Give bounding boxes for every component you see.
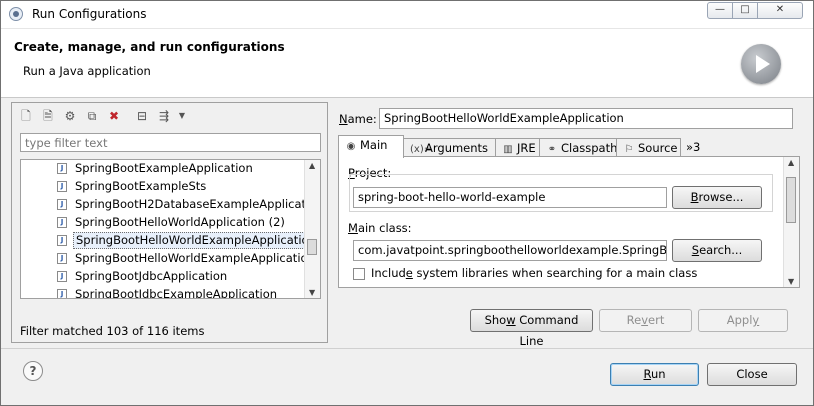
scrollbar-thumb[interactable]: [786, 177, 796, 223]
view-menu-chevron-down-icon[interactable]: ▼: [174, 108, 190, 124]
java-app-icon: J: [57, 181, 67, 192]
apply-button[interactable]: Apply: [698, 309, 788, 332]
help-icon[interactable]: ?: [23, 361, 43, 381]
scrollbar-thumb[interactable]: [307, 239, 317, 255]
tab-jre[interactable]: ▥ JRE: [495, 138, 540, 157]
java-app-icon: J: [57, 271, 67, 282]
header-banner: Create, manage, and run configurations R…: [1, 29, 813, 98]
tab-main[interactable]: ◉ Main: [338, 135, 404, 158]
project-field[interactable]: spring-boot-hello-world-example: [353, 187, 667, 208]
footer-divider: [1, 348, 813, 349]
new-prototype-icon[interactable]: 🗎: [40, 108, 56, 124]
java-app-icon: J: [57, 163, 67, 174]
name-label: Name:: [339, 112, 377, 126]
tab-scrollbar[interactable]: ▲ ▼: [783, 157, 799, 287]
configuration-list-panel: 🗋 🗎 ⚙ ⧉ ✖ ⊟ ⇶ ▼ type filter text J Sprin…: [11, 102, 328, 343]
maximize-button[interactable]: □: [732, 2, 758, 19]
scroll-down-icon[interactable]: ▼: [788, 277, 794, 286]
configuration-tree[interactable]: J SpringBootExampleApplication J SpringB…: [20, 159, 321, 299]
run-button[interactable]: Run: [610, 363, 699, 386]
new-configuration-icon[interactable]: 🗋: [18, 108, 34, 124]
tab-source[interactable]: ⚐ Source: [616, 138, 681, 157]
scroll-down-icon[interactable]: ▼: [309, 288, 315, 297]
include-system-libraries-checkbox[interactable]: [353, 268, 365, 280]
java-app-icon: J: [57, 217, 67, 228]
run-configurations-dialog: Run Configurations — □ ✕ Create, manage,…: [0, 0, 814, 406]
minimize-button[interactable]: —: [707, 2, 733, 19]
main-class-field[interactable]: com.javatpoint.springboothelloworldexamp…: [353, 240, 667, 261]
banner-title: Create, manage, and run configurations: [14, 40, 285, 54]
browse-button[interactable]: Browse...: [672, 186, 762, 209]
java-app-icon: J: [57, 199, 67, 210]
java-app-icon: J: [57, 289, 67, 298]
title-bar: Run Configurations — □ ✕: [1, 1, 813, 29]
close-button[interactable]: Close: [707, 363, 797, 386]
main-tab-icon: ◉: [346, 141, 356, 152]
search-button[interactable]: Search...: [672, 239, 762, 262]
window-title: Run Configurations: [32, 7, 147, 21]
revert-button[interactable]: Revert: [599, 309, 692, 332]
run-banner-icon: [741, 44, 781, 84]
tree-scrollbar[interactable]: ▲ ▼: [304, 160, 320, 298]
close-window-button[interactable]: ✕: [757, 2, 803, 19]
duplicate-icon[interactable]: ⧉: [84, 108, 100, 124]
config-tabs: ◉ Main (x)=Arguments ▥ JRE ⚭ Classpath ⚐ Sou…: [338, 135, 800, 158]
overflow-tabs-icon[interactable]: »3: [680, 138, 706, 157]
java-app-icon: J: [57, 253, 67, 264]
scroll-up-icon[interactable]: ▲: [309, 161, 315, 170]
filter-status-text: Filter matched 103 of 116 items: [20, 324, 205, 338]
eclipse-icon: [9, 7, 23, 21]
filter-icon[interactable]: ⇶: [156, 108, 172, 124]
filter-input[interactable]: type filter text: [20, 133, 321, 152]
tab-classpath[interactable]: ⚭ Classpath: [539, 138, 617, 157]
collapse-all-icon[interactable]: ⊟: [134, 108, 150, 124]
configuration-name-input[interactable]: SpringBootHelloWorldExampleApplication: [379, 108, 793, 129]
export-configuration-icon[interactable]: ⚙: [62, 108, 78, 124]
delete-icon[interactable]: ✖: [106, 108, 122, 124]
configuration-detail-panel: Name: SpringBootHelloWorldExampleApplica…: [332, 102, 804, 348]
tab-arguments[interactable]: (x)=Arguments: [403, 138, 496, 157]
scroll-up-icon[interactable]: ▲: [788, 158, 794, 167]
banner-subtitle: Run a Java application: [23, 64, 151, 78]
main-tab-content: Project: spring-boot-hello-world-example…: [338, 156, 800, 288]
show-command-line-button[interactable]: Show Command Line: [470, 309, 593, 348]
java-app-icon: J: [57, 235, 67, 246]
main-class-label: Main class:: [348, 221, 412, 235]
include-system-libraries-label: Include system libraries when searching …: [371, 266, 698, 280]
